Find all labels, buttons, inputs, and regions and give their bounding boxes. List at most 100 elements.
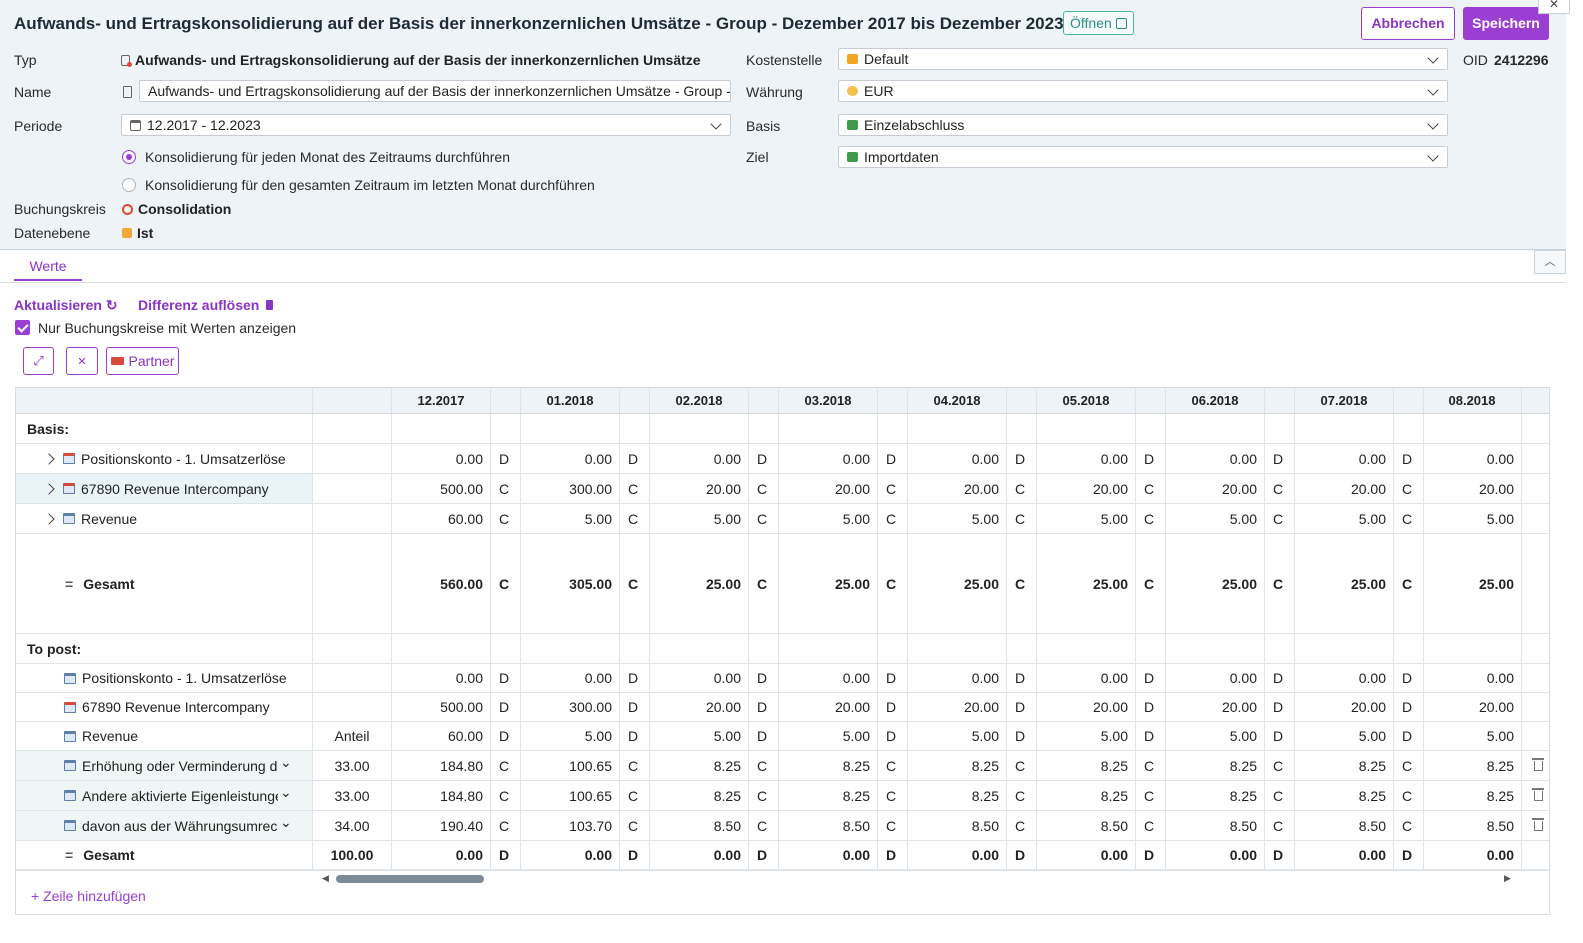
scroll-thumb[interactable] (336, 875, 484, 883)
value-cell: 25.00 (1423, 534, 1522, 633)
dc-cell (1136, 414, 1166, 443)
close-icon[interactable]: ✕ (1538, 0, 1570, 14)
period-label: Periode (14, 118, 63, 134)
tab-values[interactable]: Werte (14, 258, 82, 281)
radio-total[interactable] (122, 178, 136, 192)
values-grid: 12.2017 01.2018 02.2018 03.2018 04.2018 05.20… (15, 387, 1550, 915)
trash-icon[interactable] (1532, 758, 1544, 771)
chevron-right-icon[interactable] (43, 482, 55, 495)
radio-monthly[interactable] (122, 150, 136, 164)
collapse-all-button[interactable]: ✕ (66, 347, 98, 375)
account-icon (64, 672, 76, 684)
dc-cell: C (749, 504, 779, 533)
oid-value: 2412296 (1494, 52, 1549, 68)
cancel-button[interactable]: Abbrechen (1361, 7, 1455, 40)
header-dc-cell (1394, 388, 1424, 413)
dc-cell: C (1007, 474, 1037, 503)
value-cell: 20.00 (650, 693, 749, 721)
row-name-cell[interactable]: Erhöhung oder Verminderung des ⌄ (16, 751, 313, 780)
value-cell: 0.00 (779, 664, 878, 692)
dc-cell: C (1136, 811, 1166, 840)
value-cell: 8.25 (1423, 781, 1522, 810)
basis-select[interactable]: Einzelabschluss (838, 114, 1448, 136)
open-button[interactable]: Öffnen (1063, 11, 1134, 35)
chevron-right-icon[interactable] (43, 452, 55, 465)
row-name-cell[interactable]: davon aus der Währungsumrechnung⌄ (16, 811, 313, 840)
trash-icon[interactable] (1532, 818, 1544, 831)
chevron-down-icon[interactable]: ⌄ (280, 754, 292, 771)
cost-center-select[interactable]: Default (838, 48, 1448, 70)
oid-label: OID (1463, 52, 1488, 68)
dc-cell: D (878, 841, 908, 869)
value-cell: 0.00 (1037, 841, 1136, 869)
account-icon (63, 513, 75, 524)
booking-circle-value: Consolidation (122, 201, 231, 217)
dc-cell: D (1007, 444, 1037, 473)
row-name-cell[interactable]: Andere aktivierte Eigenleistungen ⌄ (16, 781, 313, 810)
value-cell: 8.25 (1295, 781, 1394, 810)
period-select[interactable]: 12.2017 - 12.2023 (121, 114, 731, 136)
share-cell: 34.00 (313, 811, 392, 840)
share-cell: 33.00 (313, 781, 392, 810)
resolve-difference-button[interactable]: Differenz auflösen (138, 297, 274, 313)
refresh-button[interactable]: Aktualisieren ↻ (14, 297, 118, 314)
value-cell: 0.00 (1423, 664, 1522, 692)
dc-cell: D (1007, 841, 1037, 869)
value-cell: 0.00 (650, 664, 749, 692)
currency-select[interactable]: EUR (838, 80, 1448, 102)
chevron-down-icon (1427, 150, 1439, 162)
header-dc-cell (1007, 388, 1037, 413)
value-cell: 20.00 (1037, 693, 1136, 721)
dc-cell: D (1394, 841, 1424, 869)
only-with-values-checkbox[interactable] (15, 320, 30, 335)
expand-all-button[interactable]: ⤢ (23, 347, 54, 375)
scroll-left-icon[interactable]: ◀ (322, 873, 329, 884)
dc-cell: C (1265, 534, 1295, 633)
account-icon (64, 820, 76, 831)
chevron-down-icon (710, 118, 722, 130)
dc-cell (620, 414, 650, 443)
value-cell: 8.25 (908, 751, 1007, 780)
value-cell (779, 634, 878, 663)
trash-icon[interactable] (1532, 788, 1544, 801)
dc-cell: D (749, 841, 779, 869)
share-cell (313, 664, 392, 692)
partner-button[interactable]: Partner (106, 347, 179, 375)
add-row-button[interactable]: + Zeile hinzufügen (31, 888, 146, 904)
name-input[interactable]: Aufwands- und Ertragskonsolidierung auf … (139, 80, 731, 102)
save-button[interactable]: Speichern (1463, 7, 1549, 40)
currency-label: Währung (746, 84, 803, 100)
target-select[interactable]: Importdaten (838, 146, 1448, 168)
row-name-cell: = Gesamt (16, 534, 313, 633)
chevron-down-icon[interactable]: ⌄ (280, 814, 292, 831)
header-panel: Aufwands- und Ertragskonsolidierung auf … (0, 0, 1570, 250)
chevron-right-icon[interactable] (43, 512, 55, 525)
share-cell (313, 634, 392, 663)
header-dc-cell (491, 388, 521, 413)
value-cell: 0.00 (1295, 664, 1394, 692)
header-dc-cell (620, 388, 650, 413)
dc-cell (1265, 634, 1295, 663)
value-cell: 0.00 (521, 664, 620, 692)
value-cell (1037, 634, 1136, 663)
dc-cell: D (1136, 722, 1166, 750)
value-cell: 5.00 (1037, 504, 1136, 533)
table-row: 67890 Revenue Intercompany 500.00 D 300.00 D… (16, 693, 1549, 722)
value-cell: 5.00 (521, 504, 620, 533)
horizontal-scrollbar[interactable]: ◀ ▶ (16, 870, 1549, 887)
scroll-right-icon[interactable]: ▶ (1504, 873, 1511, 884)
dc-cell: C (749, 534, 779, 633)
page-title: Aufwands- und Ertragskonsolidierung auf … (14, 14, 1064, 33)
chevron-down-icon[interactable]: ⌄ (280, 784, 292, 801)
value-cell: 8.25 (1037, 781, 1136, 810)
coins-icon (847, 86, 858, 96)
value-cell: 20.00 (1423, 693, 1522, 721)
table-row: = Gesamt 560.00 C 305.00 C 25.00 C 25.00 C 25.00 C 2… (16, 534, 1549, 634)
value-cell: 20.00 (650, 474, 749, 503)
collapse-up-icon[interactable]: ︿ (1534, 250, 1566, 274)
dc-cell: D (1394, 722, 1424, 750)
data-level-label: Datenebene (14, 225, 91, 241)
row-name: Andere aktivierte Eigenleistungen (82, 787, 278, 804)
value-cell (521, 634, 620, 663)
month-header: 12.2017 (392, 388, 491, 413)
